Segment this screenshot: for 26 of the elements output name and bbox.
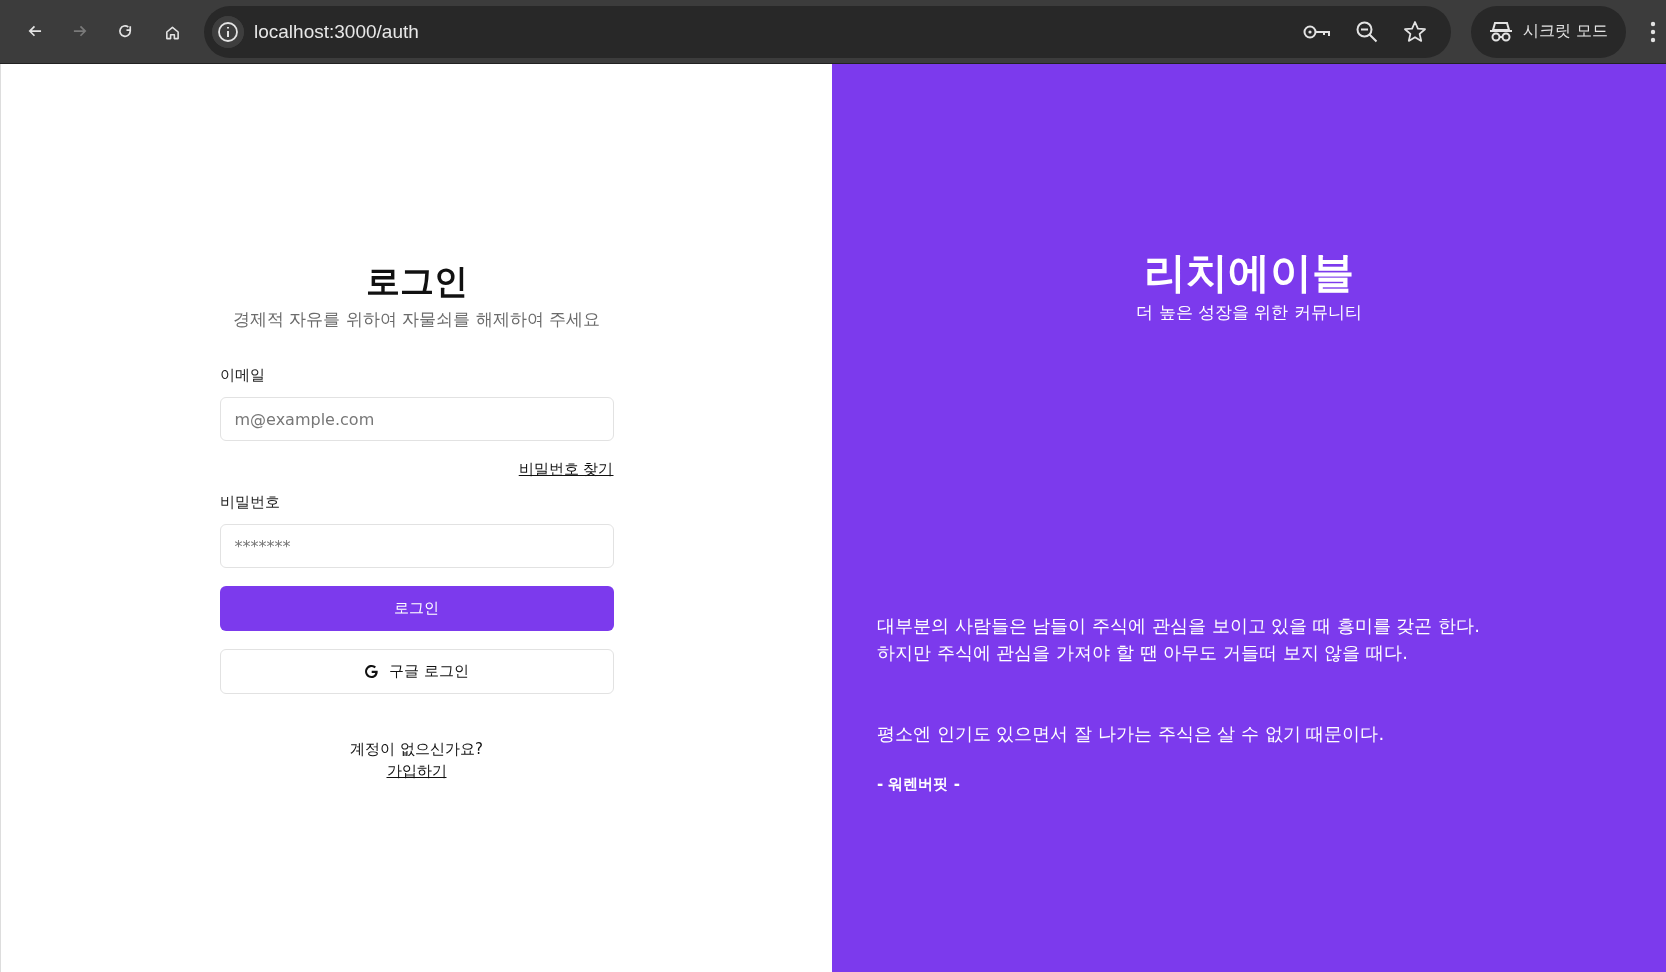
google-login-button[interactable]: 구글 로그인 [219,649,614,694]
address-bar[interactable]: localhost:3000/auth [204,5,1451,58]
field-label: 이메일 [219,365,266,385]
key-icon[interactable] [1302,23,1331,40]
login-subtitle: 경제적 자유를 위하여 자물쇠를 해제하여 주세요 [232,308,601,331]
password-field[interactable]: ******* [219,524,614,568]
login-button[interactable]: 로그인 [219,586,614,631]
login-title: 로그인 [364,260,469,303]
brand-title: 리치에이블 [1144,247,1354,299]
quote-author: - 워렌버핏 - [877,774,961,795]
quote-text: 하지만 주식에 관심을 가져야 할 땐 아무도 거들떠 보지 않을 때다. [877,641,1409,665]
signup-link[interactable]: 가입하기 [386,762,447,781]
forgot-password-link[interactable]: 비밀번호 찾기 [518,460,614,479]
menu-icon[interactable] [1650,20,1656,43]
quote-text: 평소엔 인기도 있으면서 잘 나가는 주식은 살 수 없기 때문이다. [877,722,1386,746]
quote-text: 대부분의 사람들은 남들이 주식에 관심을 보이고 있을 때 흥미를 갖곤 한다. [877,614,1481,638]
signup-prompt: 계정이 없으신가요? [349,740,484,759]
field-label: 비밀번호 [219,492,281,512]
incognito-button[interactable]: 시크릿 모드 [1470,5,1626,58]
brand-tagline: 더 높은 성장을 위한 커뮤니티 [1136,301,1362,324]
url-text: localhost:3000/auth [254,20,420,43]
google-icon [364,664,380,679]
email-field[interactable]: m@example.com [219,397,614,441]
incognito-icon [1488,20,1513,43]
zoom-out-icon[interactable] [1354,19,1379,44]
star-icon[interactable] [1402,19,1427,44]
